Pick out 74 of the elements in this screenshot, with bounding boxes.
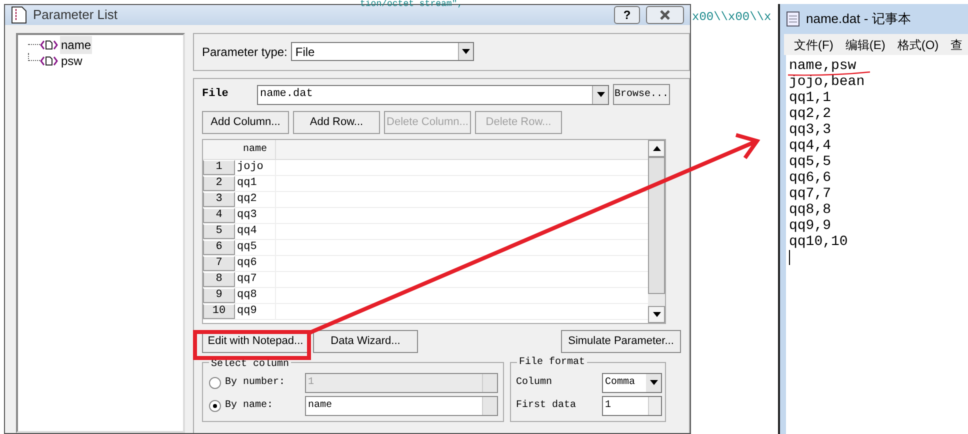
- row-number: 8: [203, 272, 235, 286]
- column-header: name: [235, 140, 276, 158]
- table-cell: qq4: [235, 224, 276, 238]
- data-wizard-button[interactable]: Data Wizard...: [313, 330, 418, 352]
- table-cell: qq7: [235, 272, 276, 286]
- table-cell: qq3: [235, 208, 276, 222]
- field-label: First data: [516, 398, 578, 413]
- table-cell: qq8: [235, 288, 276, 302]
- parameter-type-dropdown[interactable]: File: [291, 42, 474, 61]
- menu-item[interactable]: 编辑(E): [845, 36, 886, 54]
- row-number: 9: [203, 288, 235, 302]
- menu-item[interactable]: 查: [950, 36, 963, 54]
- path-dropdown[interactable]: name.dat: [257, 84, 609, 104]
- browse-button[interactable]: Browse...: [613, 84, 670, 105]
- row-number: 5: [203, 224, 235, 238]
- tree-item[interactable]: psw: [60, 52, 84, 70]
- row-number: 1: [203, 160, 235, 174]
- text-line: qq5,5: [789, 154, 832, 170]
- input-field[interactable]: name: [305, 396, 498, 416]
- table-cell: qq1: [235, 176, 276, 190]
- row-number: 4: [203, 208, 235, 222]
- text-line: qq1,1: [789, 90, 832, 106]
- table-cell: jojo: [235, 160, 276, 174]
- document-icon: [11, 6, 27, 24]
- first-data-spinner[interactable]: 1: [602, 396, 662, 416]
- toolbar-button[interactable]: Add Row...: [293, 110, 380, 134]
- scroll-down-icon: [652, 312, 660, 316]
- table-cell: qq2: [235, 192, 276, 206]
- text-line: name,psw: [789, 58, 856, 74]
- text-line: qq9,9: [789, 218, 832, 234]
- parameter-icon: [40, 40, 58, 50]
- field-label: File: [202, 87, 230, 102]
- row-number: 3: [203, 192, 235, 206]
- option-label: By name:: [225, 399, 274, 413]
- text-line: qq6,6: [789, 170, 832, 186]
- scroll-up-icon: [652, 146, 660, 150]
- field-label: Parameter type:: [202, 44, 288, 60]
- text-cursor: [789, 250, 790, 265]
- menu-item[interactable]: 文件(F): [794, 36, 834, 54]
- row-number: 6: [203, 240, 235, 254]
- dropdown-arrow-icon: [596, 92, 604, 97]
- text-area[interactable]: name,psw jojo,bean qq1,1 qq2,2 qq3,3 qq4,4 qq5,5 qq6,6 qq7,7 qq8,8 qq9,9 qq10,10: [786, 55, 968, 434]
- menu-item[interactable]: 格式(O): [897, 36, 939, 54]
- text-line: qq8,8: [789, 202, 832, 218]
- field-label: Column: [516, 376, 554, 390]
- text-line: qq7,7: [789, 186, 832, 202]
- text-line: jojo,bean: [789, 74, 865, 90]
- table-cell: qq6: [235, 256, 276, 270]
- vertical-scrollbar[interactable]: [648, 140, 665, 322]
- dropdown-arrow-icon: [462, 49, 470, 54]
- row-number: 7: [203, 256, 235, 270]
- row-number: 10: [203, 304, 235, 318]
- table-cell: qq5: [235, 240, 276, 254]
- table-cell: qq9: [235, 304, 276, 318]
- simulate-parameter-button[interactable]: Simulate Parameter...: [561, 330, 681, 352]
- row-number: 2: [203, 176, 235, 190]
- text-line: qq10,10: [789, 234, 848, 250]
- close-button[interactable]: [646, 6, 684, 24]
- code-text: x00\\x00\\x: [692, 9, 772, 26]
- toolbar-button[interactable]: Add Column...: [202, 110, 289, 134]
- text-line: qq4,4: [789, 138, 832, 154]
- close-icon: [658, 10, 672, 20]
- parameter-icon: [40, 56, 58, 66]
- text-line: qq3,3: [789, 122, 832, 138]
- dropdown-arrow-icon: [650, 380, 658, 385]
- radio-button[interactable]: [209, 400, 221, 412]
- option-label: By number:: [225, 376, 286, 390]
- text-line: qq2,2: [789, 106, 832, 122]
- column-separator-dropdown[interactable]: Comma: [602, 372, 662, 392]
- window-title: name.dat - 记事本: [806, 10, 911, 28]
- notepad-icon: [786, 11, 800, 27]
- help-button[interactable]: ?: [614, 6, 640, 24]
- tree-item[interactable]: name: [60, 36, 92, 54]
- window-title: Parameter List: [33, 6, 118, 24]
